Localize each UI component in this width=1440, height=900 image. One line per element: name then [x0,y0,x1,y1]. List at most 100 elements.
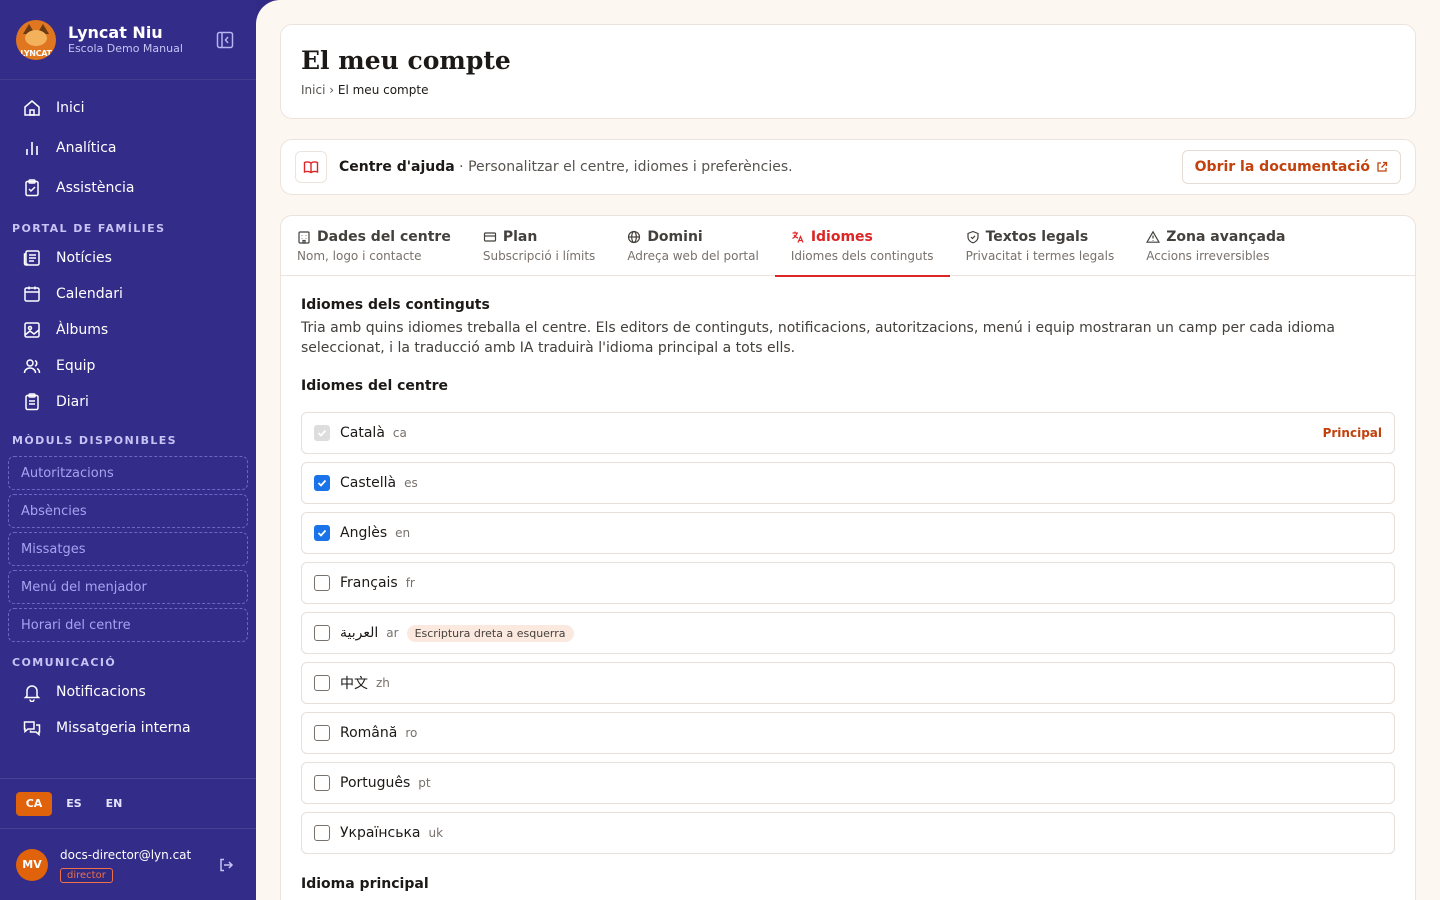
language-row-fr[interactable]: Français fr [301,562,1395,604]
tab-dades-centre[interactable]: Dades del centre Nom, logo i contacte [281,216,467,276]
sidebar-item-label: Àlbums [56,322,109,338]
translate-icon [792,231,804,243]
sidebar-item-inici[interactable]: Inici [0,88,256,128]
logo-text: LYNCAT [20,48,52,58]
open-documentation-button[interactable]: Obrir la documentació [1181,150,1401,184]
breadcrumb: Inici › El meu compte [301,83,1395,97]
language-name: Português [340,775,411,791]
checkbox-zh[interactable] [314,675,330,691]
language-list: Català ca Principal Castellà es Anglès e… [301,412,1395,854]
sidebar-item-equip[interactable]: Equip [0,348,256,384]
lang-en-button[interactable]: EN [96,792,132,816]
tab-domini[interactable]: Domini Adreça web del portal [611,216,775,276]
brand-name: Lyncat Niu [68,22,163,42]
sidebar-item-diari[interactable]: Diari [0,384,256,420]
center-languages-title: Idiomes del centre [301,378,448,394]
language-code: ca [392,426,407,440]
module-menu-menjador[interactable]: Menú del menjador [8,570,248,604]
sidebar-item-label: Notificacions [56,684,146,700]
tab-title: Domini [647,229,703,245]
lang-es-button[interactable]: ES [56,792,92,816]
checkbox-fr[interactable] [314,575,330,591]
page-header: El meu compte Inici › El meu compte [280,24,1416,119]
language-name: Română [340,725,398,741]
user-email: docs-director@lyn.cat [60,847,192,862]
sidebar-nav: Inici Analítica Assistència PORTAL DE FA… [0,80,256,778]
tab-subtitle: Idiomes dels continguts [790,249,934,263]
brand: LYNCAT Lyncat Niu Escola Demo Manual [0,0,256,80]
language-row-pt[interactable]: Português pt [301,762,1395,804]
language-name: 中文 [340,676,368,692]
language-row-zh[interactable]: 中文 zh [301,662,1395,704]
chart-icon [26,142,38,155]
language-name: Català [340,425,385,441]
module-missatges[interactable]: Missatges [8,532,248,566]
avatar[interactable]: MV [16,848,48,881]
logout-icon[interactable] [218,857,234,873]
help-title: Centre d'ajuda [339,159,455,175]
language-name: العربية [340,625,379,641]
sidebar-item-assistencia[interactable]: Assistència [0,168,256,208]
tab-title: Textos legals [985,229,1089,245]
tab-idiomes[interactable]: Idiomes Idiomes dels continguts [774,216,950,277]
checkbox-en[interactable] [314,525,330,541]
sidebar-item-label: Assistència [56,180,135,196]
language-name: Anglès [340,525,388,541]
tab-title: Zona avançada [1166,229,1286,245]
language-name: Castellà [340,475,397,491]
section-title: Idiomes dels continguts [301,297,490,313]
breadcrumb-home[interactable]: Inici [301,83,325,97]
sidebar-item-notificacions[interactable]: Notificacions [0,674,256,710]
tab-zona-avancada[interactable]: Zona avançada Accions irreversibles [1130,216,1301,276]
sidebar-item-missatgeria-interna[interactable]: Missatgeria interna [0,710,256,746]
sidebar-item-albums[interactable]: Àlbums [0,312,256,348]
lyncat-logo[interactable]: LYNCAT [16,19,56,60]
card-icon [483,232,496,242]
main-language-title: Idioma principal [301,876,429,892]
lang-ca-button[interactable]: CA [16,791,52,816]
sidebar-item-calendari[interactable]: Calendari [0,276,256,312]
language-code: ro [405,726,418,740]
checkbox-pt[interactable] [314,775,330,791]
breadcrumb-current: El meu compte [337,83,429,97]
language-code: fr [405,576,415,590]
language-row-ro[interactable]: Română ro [301,712,1395,754]
sidebar-item-noticies[interactable]: Notícies [0,240,256,276]
clipboard-check-icon [25,179,39,197]
language-row-ar[interactable]: العربية ar Escriptura dreta a esquerra [301,612,1395,654]
language-row-es[interactable]: Castellà es [301,462,1395,504]
home-icon [24,100,40,116]
tab-textos-legals[interactable]: Textos legals Privacitat i termes legals [950,216,1131,276]
checkbox-uk[interactable] [314,825,330,841]
tab-title: Idiomes [810,229,873,245]
module-horari-centre[interactable]: Horari del centre [8,608,248,642]
language-row-en[interactable]: Anglès en [301,512,1395,554]
page-title: El meu compte [301,46,511,75]
sidebar-item-label: Analítica [56,140,117,156]
book-icon [295,151,327,183]
settings-panel: Dades del centre Nom, logo i contacte Pl… [280,215,1416,900]
module-autoritzacions[interactable]: Autoritzacions [8,456,248,490]
bell-icon [23,685,41,702]
tab-subtitle: Privacitat i termes legals [965,249,1115,263]
tab-subtitle: Adreça web del portal [627,249,759,263]
checkbox-ro[interactable] [314,725,330,741]
sidebar-item-label: Calendari [56,286,123,302]
globe-icon [628,230,641,244]
language-code: en [395,526,411,540]
tab-plan[interactable]: Plan Subscripció i límits [467,216,611,276]
tab-subtitle: Nom, logo i contacte [297,249,422,263]
newspaper-icon [23,250,40,266]
school-name: Escola Demo Manual [68,41,183,55]
language-code: pt [418,776,431,790]
rtl-badge: Escriptura dreta a esquerra [406,624,574,642]
checkbox-es[interactable] [314,475,330,491]
language-code: zh [376,676,390,690]
collapse-sidebar-icon[interactable] [216,31,234,49]
module-absencies[interactable]: Absències [8,494,248,528]
checkbox-ar[interactable] [314,625,330,641]
language-code: uk [428,826,444,840]
sidebar-item-analitica[interactable]: Analítica [0,128,256,168]
language-row-uk[interactable]: Українська uk [301,812,1395,854]
settings-tabs: Dades del centre Nom, logo i contacte Pl… [281,216,1415,277]
